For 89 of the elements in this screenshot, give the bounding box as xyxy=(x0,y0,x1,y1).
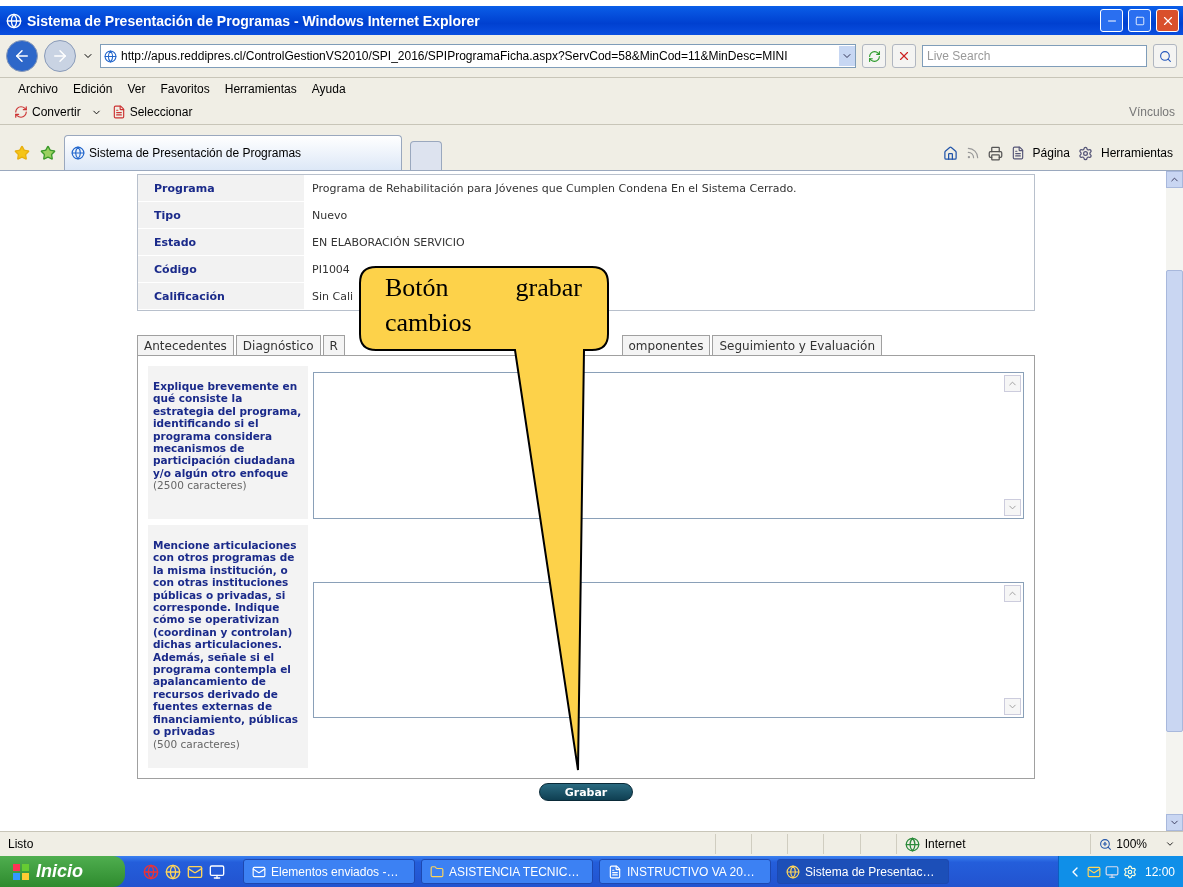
links-label[interactable]: Vínculos xyxy=(1128,105,1175,119)
home-icon xyxy=(942,145,958,161)
folder-icon xyxy=(430,864,444,879)
new-tab-button[interactable] xyxy=(410,141,442,170)
browser-icon xyxy=(165,863,181,880)
rss-icon xyxy=(965,146,980,160)
taskbar-button[interactable]: INSTRUCTIVO VA 20… xyxy=(599,859,771,884)
scroll-down-button[interactable] xyxy=(1004,499,1021,516)
refresh-icon xyxy=(867,49,881,63)
question-text: Explique brevemente en qué consiste la estrategia del programa, identificando si el programa considera mecanismos de participación ciudadana y/o algún otro enfoque xyxy=(153,380,303,480)
windows-logo-icon xyxy=(12,862,30,881)
tab[interactable]: omponentes xyxy=(621,335,711,355)
field-value: Programa de Rehabilitación para Jóvenes que Cumplen Condena En el Sistema Cerrado. xyxy=(312,181,797,195)
field-label: Estado xyxy=(138,229,304,255)
scroll-up-button[interactable] xyxy=(1004,375,1021,392)
restore-icon xyxy=(1134,15,1145,26)
clock: 12:00 xyxy=(1144,864,1175,879)
browser-icon xyxy=(6,12,22,29)
taskbar-button[interactable]: ASISTENCIA TECNIC… xyxy=(421,859,593,884)
field-value: Sin Cali xyxy=(312,289,354,303)
search-field[interactable]: Live Search xyxy=(922,45,1147,67)
search-icon xyxy=(1158,49,1172,63)
menu-item[interactable]: Ayuda xyxy=(311,82,346,96)
zoom-icon xyxy=(1099,837,1113,851)
page-menu[interactable]: Página xyxy=(1032,146,1070,160)
character-limit: (2500 caracteres) xyxy=(153,479,248,492)
forward-button[interactable] xyxy=(44,40,76,72)
field-value: Nuevo xyxy=(312,208,348,222)
status-text: Listo xyxy=(8,837,35,851)
search-button[interactable] xyxy=(1153,44,1177,68)
scroll-down-button[interactable] xyxy=(1004,697,1021,715)
zoom-control[interactable]: 100% xyxy=(1090,834,1183,854)
select-button[interactable]: Seleccionar xyxy=(129,105,193,119)
forward-arrow-icon xyxy=(51,47,69,65)
settings-icon xyxy=(1077,145,1093,161)
caret-icon xyxy=(1165,839,1175,849)
refresh-button[interactable] xyxy=(862,44,886,68)
field-label: Calificación xyxy=(138,283,304,309)
field-label: Tipo xyxy=(138,202,304,228)
globe-icon xyxy=(904,836,920,852)
callout-text: Botón grabar cambios xyxy=(385,272,582,339)
mail-icon xyxy=(187,863,203,880)
tools-menu[interactable]: Herramientas xyxy=(1100,146,1173,160)
save-button[interactable]: Grabar xyxy=(539,783,633,801)
tab[interactable]: Antecedentes xyxy=(137,335,234,355)
menu-item[interactable]: Archivo xyxy=(18,82,58,96)
star-icon xyxy=(14,145,30,161)
menu-item[interactable]: Edición xyxy=(73,82,113,96)
mail-icon xyxy=(1086,864,1101,879)
field-label: Código xyxy=(138,256,304,282)
browser-icon xyxy=(786,864,800,879)
tab[interactable]: Seguimiento y Evaluación xyxy=(712,335,882,355)
add-favorite-icon xyxy=(40,145,56,161)
stop-icon xyxy=(897,49,911,63)
menu-item[interactable]: Ver xyxy=(127,82,146,96)
text-area[interactable] xyxy=(313,372,1024,519)
taskbar-button[interactable]: Sistema de Presentac… xyxy=(777,859,949,884)
menu-item[interactable]: Favoritos xyxy=(160,82,210,96)
window-title: Sistema de Presentación de Programas - Windows Internet Explorer xyxy=(27,12,481,29)
tab[interactable]: R xyxy=(322,335,345,355)
pdf-icon xyxy=(111,105,126,119)
desktop-icon xyxy=(209,863,225,880)
menu-item[interactable]: Herramientas xyxy=(224,82,297,96)
close-button[interactable] xyxy=(1156,9,1179,32)
dropdown-button[interactable] xyxy=(839,46,855,66)
printer-icon xyxy=(987,145,1003,161)
document-icon xyxy=(608,864,622,879)
envelope-icon xyxy=(252,864,266,879)
field-label: Programa xyxy=(138,175,304,201)
browser-tab[interactable]: Sistema de Presentación de Programas xyxy=(64,135,402,170)
back-button[interactable] xyxy=(6,40,38,72)
convert-icon xyxy=(14,105,28,119)
security-zone: Internet xyxy=(924,837,966,851)
text-area[interactable] xyxy=(313,581,1024,718)
field-value: EN ELABORACIÓN SERVICIO xyxy=(312,235,465,249)
network-icon xyxy=(1104,864,1119,879)
convert-button[interactable]: Convertir xyxy=(32,105,81,119)
question-text: Mencione articulaciones con otros programas de la misma institución, o con otras instituciones públicas o privadas, si corresponde. Indique cómo se operativizan (coordinan y controlan) dichas articulaciones. Además, señale si el programa contempla el apalancamiento de recursos derivado de fuentes externas de financiamiento, públicas o privadas xyxy=(153,539,299,738)
stop-button[interactable] xyxy=(892,44,916,68)
scroll-up-button[interactable] xyxy=(1004,584,1021,602)
minimize-button[interactable] xyxy=(1100,9,1123,32)
browser-icon xyxy=(71,146,85,160)
tab[interactable]: Diagnóstico xyxy=(235,335,321,355)
scrollbar[interactable] xyxy=(1166,171,1183,831)
taskbar-button[interactable]: Elementos enviados -… xyxy=(243,859,415,884)
character-limit: (500 caracteres) xyxy=(153,737,241,750)
restore-button[interactable] xyxy=(1128,9,1151,32)
field-value: PI1004 xyxy=(312,262,350,276)
address-field[interactable]: http://apus.reddipres.cl/ControlGestionVS2010/SPI_2016/SPIProgramaFicha.aspx?ServCod=58&MinCod=11&MinDesc=MINI xyxy=(100,44,856,68)
